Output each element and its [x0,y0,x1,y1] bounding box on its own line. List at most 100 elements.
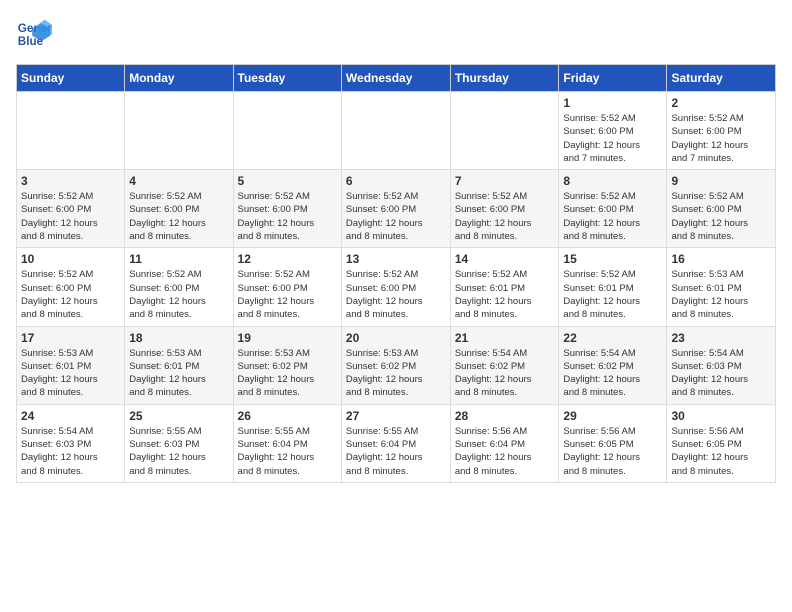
day-number: 1 [563,96,662,110]
day-number: 24 [21,409,120,423]
calendar-cell: 4Sunrise: 5:52 AM Sunset: 6:00 PM Daylig… [125,170,233,248]
day-number: 3 [21,174,120,188]
calendar-header-thursday: Thursday [450,65,559,92]
calendar-cell [125,92,233,170]
day-number: 5 [238,174,337,188]
calendar-cell [450,92,559,170]
calendar-cell: 11Sunrise: 5:52 AM Sunset: 6:00 PM Dayli… [125,248,233,326]
day-number: 22 [563,331,662,345]
day-number: 12 [238,252,337,266]
day-info: Sunrise: 5:52 AM Sunset: 6:00 PM Dayligh… [238,190,337,243]
calendar-cell: 19 Sunrise: 5:53 AM Sunset: 6:02 PM Dayli… [233,326,341,404]
calendar-header-tuesday: Tuesday [233,65,341,92]
day-info: Sunrise: 5:53 AM Sunset: 6:01 PM Dayligh… [129,347,228,400]
day-info: Sunrise: 5:56 AM Sunset: 6:04 PM Dayligh… [455,425,555,478]
calendar-cell: 28 Sunrise: 5:56 AM Sunset: 6:04 PM Dayli… [450,404,559,482]
calendar-cell: 8 Sunrise: 5:52 AM Sunset: 6:00 PM Daylig… [559,170,667,248]
day-info: Sunrise: 5:52 AM Sunset: 6:00 PM Dayligh… [238,268,337,321]
calendar-header-sunday: Sunday [17,65,125,92]
day-number: 6 [346,174,446,188]
day-number: 26 [238,409,337,423]
day-info: Sunrise: 5:52 AM Sunset: 6:00 PM Dayligh… [563,112,662,165]
calendar-cell: 7 Sunrise: 5:52 AM Sunset: 6:00 PM Daylig… [450,170,559,248]
day-info: Sunrise: 5:55 AM Sunset: 6:04 PM Dayligh… [346,425,446,478]
day-info: Sunrise: 5:52 AM Sunset: 6:00 PM Dayligh… [563,190,662,243]
calendar-cell: 13 Sunrise: 5:52 AM Sunset: 6:00 PM Dayli… [341,248,450,326]
day-info: Sunrise: 5:52 AM Sunset: 6:00 PM Dayligh… [455,190,555,243]
calendar-cell: 30Sunrise: 5:56 AM Sunset: 6:05 PM Dayli… [667,404,776,482]
day-info: Sunrise: 5:52 AM Sunset: 6:00 PM Dayligh… [671,190,771,243]
calendar-cell: 17 Sunrise: 5:53 AM Sunset: 6:01 PM Dayli… [17,326,125,404]
calendar-cell: 10 Sunrise: 5:52 AM Sunset: 6:00 PM Dayli… [17,248,125,326]
calendar-table: SundayMondayTuesdayWednesdayThursdayFrid… [16,64,776,483]
day-number: 8 [563,174,662,188]
calendar-cell: 25 Sunrise: 5:55 AM Sunset: 6:03 PM Dayli… [125,404,233,482]
calendar-cell: 5 Sunrise: 5:52 AM Sunset: 6:00 PM Daylig… [233,170,341,248]
calendar-cell: 22 Sunrise: 5:54 AM Sunset: 6:02 PM Dayli… [559,326,667,404]
calendar-cell: 20 Sunrise: 5:53 AM Sunset: 6:02 PM Dayli… [341,326,450,404]
day-number: 27 [346,409,446,423]
day-number: 20 [346,331,446,345]
logo: General Blue [16,16,52,52]
calendar-week-2: 3 Sunrise: 5:52 AM Sunset: 6:00 PM Daylig… [17,170,776,248]
day-info: Sunrise: 5:52 AM Sunset: 6:00 PM Dayligh… [21,190,120,243]
day-info: Sunrise: 5:56 AM Sunset: 6:05 PM Dayligh… [563,425,662,478]
day-info: Sunrise: 5:53 AM Sunset: 6:01 PM Dayligh… [21,347,120,400]
calendar-cell: 14Sunrise: 5:52 AM Sunset: 6:01 PM Dayli… [450,248,559,326]
day-number: 17 [21,331,120,345]
calendar-week-3: 10 Sunrise: 5:52 AM Sunset: 6:00 PM Dayli… [17,248,776,326]
day-info: Sunrise: 5:52 AM Sunset: 6:00 PM Dayligh… [346,190,446,243]
calendar-cell: 26 Sunrise: 5:55 AM Sunset: 6:04 PM Dayli… [233,404,341,482]
calendar-week-4: 17 Sunrise: 5:53 AM Sunset: 6:01 PM Dayli… [17,326,776,404]
day-info: Sunrise: 5:54 AM Sunset: 6:03 PM Dayligh… [21,425,120,478]
calendar-cell: 23Sunrise: 5:54 AM Sunset: 6:03 PM Dayli… [667,326,776,404]
logo-icon: General Blue [16,16,52,52]
day-number: 23 [671,331,771,345]
header: General Blue [16,16,776,52]
day-info: Sunrise: 5:52 AM Sunset: 6:00 PM Dayligh… [129,190,228,243]
calendar-cell: 27 Sunrise: 5:55 AM Sunset: 6:04 PM Dayli… [341,404,450,482]
day-info: Sunrise: 5:52 AM Sunset: 6:00 PM Dayligh… [129,268,228,321]
day-info: Sunrise: 5:54 AM Sunset: 6:02 PM Dayligh… [455,347,555,400]
calendar-cell [341,92,450,170]
day-info: Sunrise: 5:55 AM Sunset: 6:04 PM Dayligh… [238,425,337,478]
day-info: Sunrise: 5:52 AM Sunset: 6:00 PM Dayligh… [21,268,120,321]
calendar-header-row: SundayMondayTuesdayWednesdayThursdayFrid… [17,65,776,92]
day-info: Sunrise: 5:53 AM Sunset: 6:02 PM Dayligh… [238,347,337,400]
day-number: 30 [671,409,771,423]
day-number: 15 [563,252,662,266]
day-info: Sunrise: 5:52 AM Sunset: 6:00 PM Dayligh… [346,268,446,321]
calendar-cell: 21 Sunrise: 5:54 AM Sunset: 6:02 PM Dayli… [450,326,559,404]
calendar-header-saturday: Saturday [667,65,776,92]
calendar-cell: 1 Sunrise: 5:52 AM Sunset: 6:00 PM Daylig… [559,92,667,170]
calendar-cell: 2 Sunrise: 5:52 AM Sunset: 6:00 PM Daylig… [667,92,776,170]
day-number: 28 [455,409,555,423]
calendar-cell: 29 Sunrise: 5:56 AM Sunset: 6:05 PM Dayli… [559,404,667,482]
day-number: 2 [671,96,771,110]
day-number: 10 [21,252,120,266]
day-number: 7 [455,174,555,188]
calendar-cell [233,92,341,170]
day-info: Sunrise: 5:52 AM Sunset: 6:00 PM Dayligh… [671,112,771,165]
day-info: Sunrise: 5:53 AM Sunset: 6:02 PM Dayligh… [346,347,446,400]
day-number: 25 [129,409,228,423]
calendar-week-5: 24 Sunrise: 5:54 AM Sunset: 6:03 PM Dayli… [17,404,776,482]
calendar-cell: 24 Sunrise: 5:54 AM Sunset: 6:03 PM Dayli… [17,404,125,482]
day-info: Sunrise: 5:55 AM Sunset: 6:03 PM Dayligh… [129,425,228,478]
calendar-header-friday: Friday [559,65,667,92]
day-number: 19 [238,331,337,345]
calendar-cell: 12 Sunrise: 5:52 AM Sunset: 6:00 PM Dayli… [233,248,341,326]
day-number: 29 [563,409,662,423]
calendar-cell: 18Sunrise: 5:53 AM Sunset: 6:01 PM Dayli… [125,326,233,404]
calendar-header-monday: Monday [125,65,233,92]
day-number: 9 [671,174,771,188]
day-number: 16 [671,252,771,266]
day-number: 21 [455,331,555,345]
calendar-cell: 15 Sunrise: 5:52 AM Sunset: 6:01 PM Dayli… [559,248,667,326]
day-info: Sunrise: 5:54 AM Sunset: 6:02 PM Dayligh… [563,347,662,400]
day-info: Sunrise: 5:52 AM Sunset: 6:01 PM Dayligh… [563,268,662,321]
calendar-header-wednesday: Wednesday [341,65,450,92]
day-number: 14 [455,252,555,266]
day-number: 13 [346,252,446,266]
calendar-week-1: 1 Sunrise: 5:52 AM Sunset: 6:00 PM Daylig… [17,92,776,170]
